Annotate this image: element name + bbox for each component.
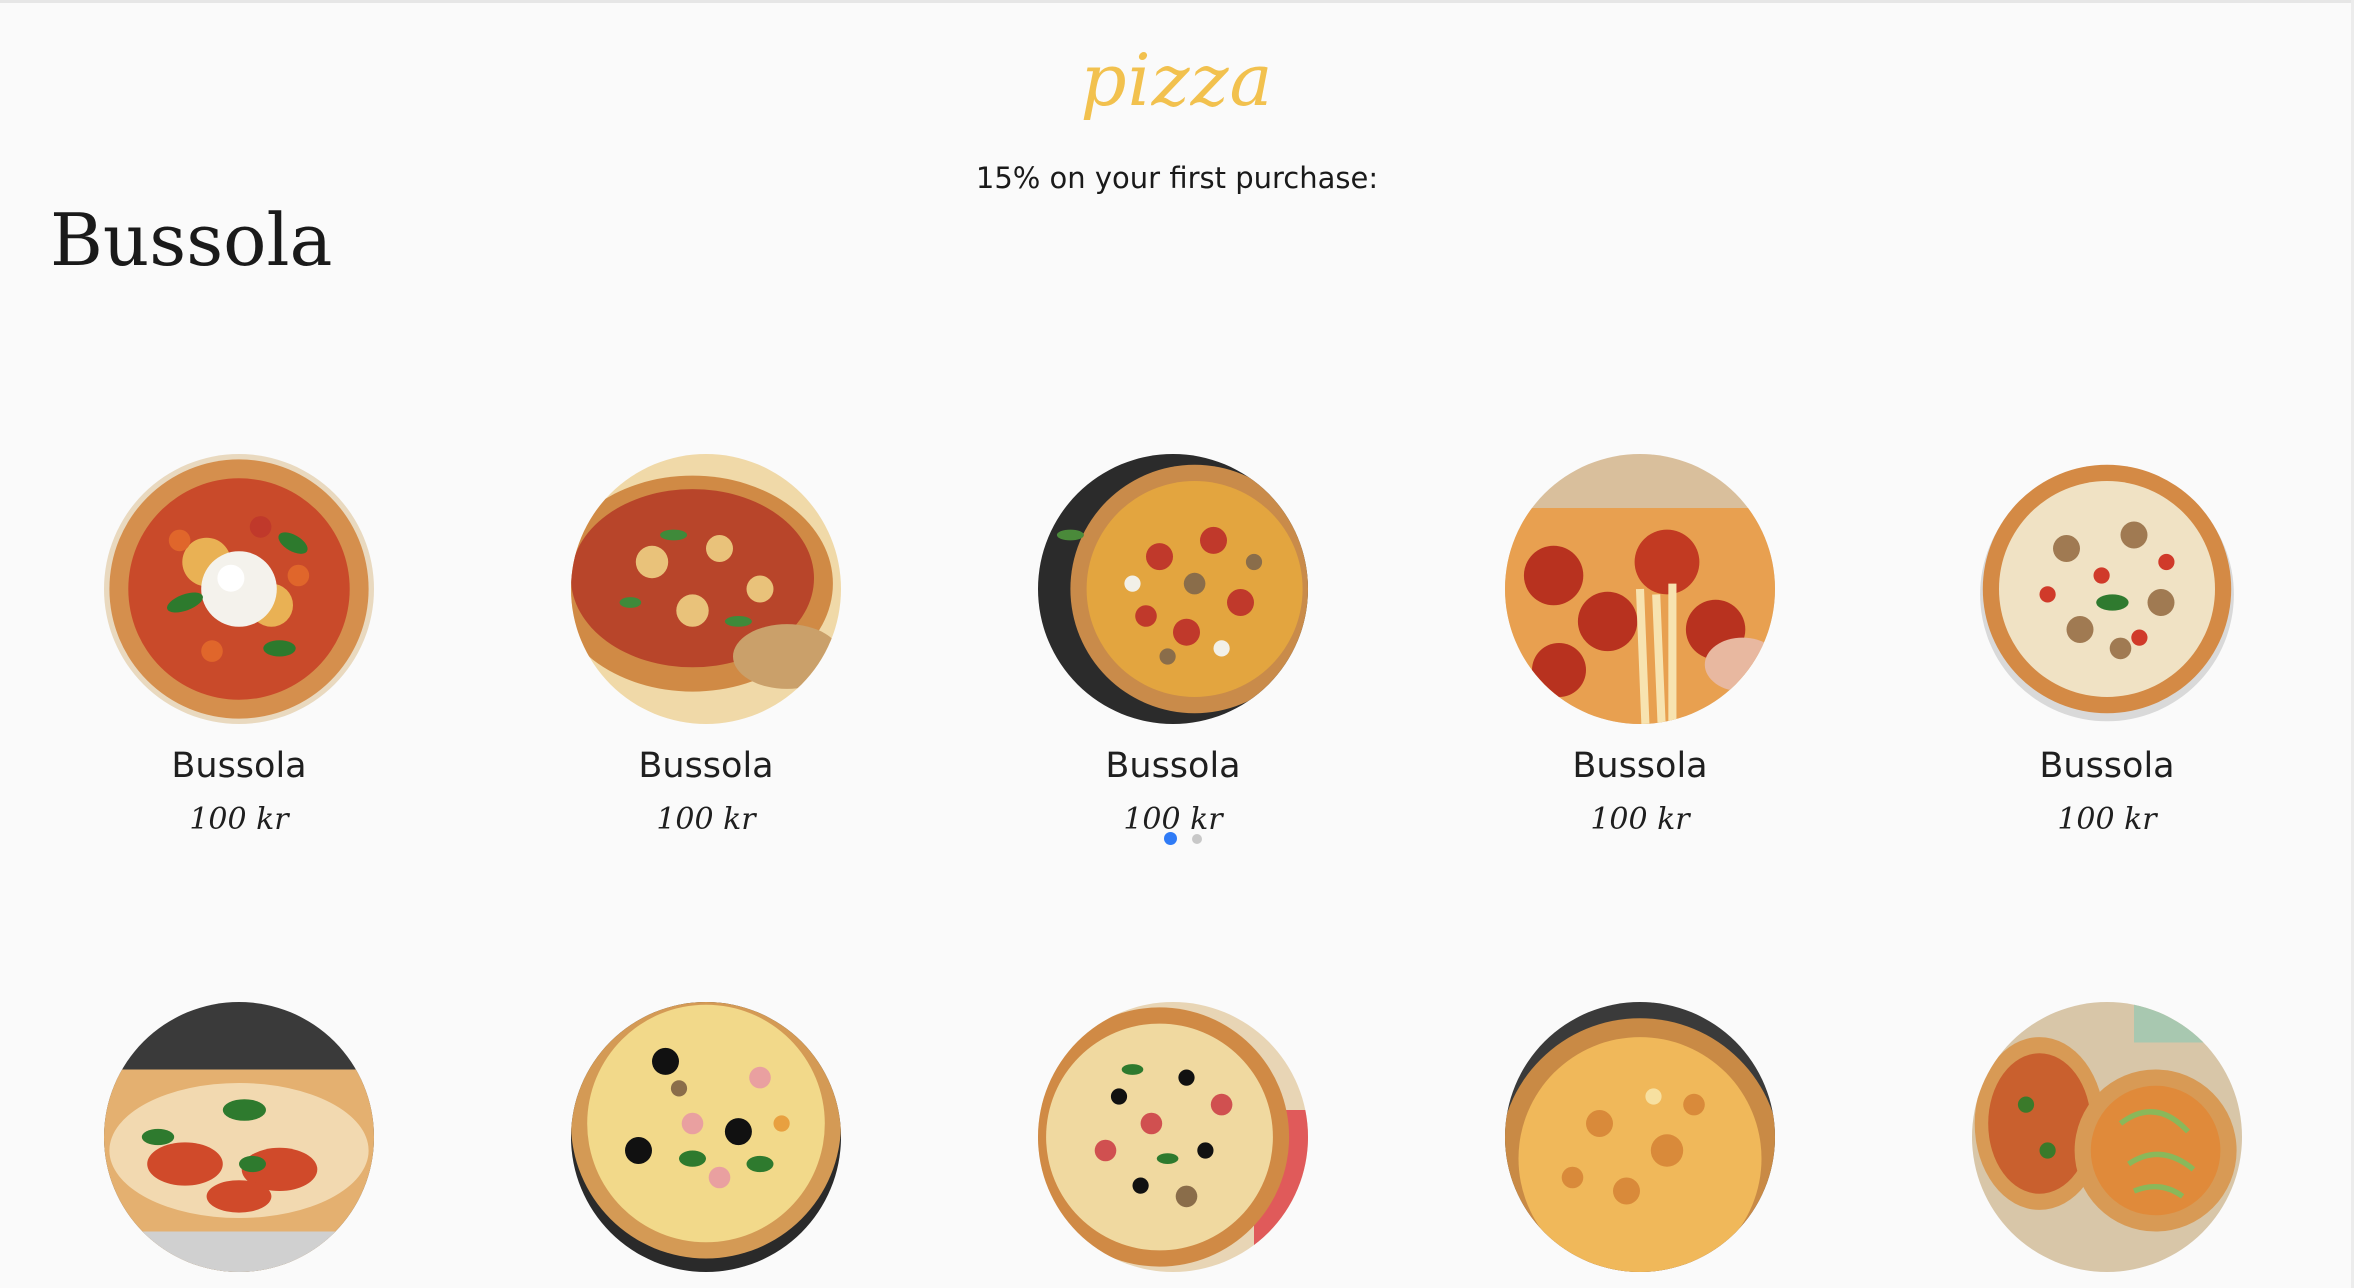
product-name[interactable]: Bussola (89, 742, 389, 790)
product-name[interactable]: Bussola (1023, 742, 1323, 790)
product-name[interactable]: Bussola (556, 742, 856, 790)
product-card[interactable]: Bussola 100 kr (1490, 454, 1790, 840)
pizza-image[interactable] (571, 454, 841, 724)
pizza-image[interactable] (1038, 454, 1308, 724)
product-price: 100 kr (189, 802, 289, 837)
product-card[interactable]: Bussola 100 kr (1957, 454, 2257, 840)
pizza-image[interactable] (1972, 454, 2242, 724)
carousel-dot-active[interactable] (1164, 832, 1177, 845)
product-card[interactable] (1957, 1002, 2257, 1288)
pizza-image[interactable] (571, 1002, 841, 1272)
product-card[interactable] (556, 1002, 856, 1288)
product-card[interactable] (1490, 1002, 1790, 1288)
page-title: Bussola (50, 198, 333, 282)
product-card[interactable] (1023, 1002, 1323, 1288)
carousel-dot[interactable] (1192, 834, 1202, 844)
product-price: 100 kr (656, 802, 756, 837)
product-price: 100 kr (2057, 802, 2157, 837)
pizza-image[interactable] (1038, 1002, 1308, 1272)
pizza-image[interactable] (104, 454, 374, 724)
product-name[interactable]: Bussola (1957, 742, 2257, 790)
promo-text: 15% on your first purchase: (975, 161, 1379, 195)
pizza-image[interactable] (1505, 1002, 1775, 1272)
product-card[interactable]: Bussola 100 kr (556, 454, 856, 840)
pizza-image[interactable] (1972, 1002, 2242, 1272)
product-price: 100 kr (1590, 802, 1690, 837)
pizza-image[interactable] (104, 1002, 374, 1272)
pizza-image[interactable] (1505, 454, 1775, 724)
product-card[interactable]: Bussola 100 kr (89, 454, 389, 840)
brand-logo[interactable]: pizza (0, 30, 2354, 130)
product-card[interactable] (89, 1002, 389, 1288)
product-name[interactable]: Bussola (1490, 742, 1790, 790)
carousel-indicator (1164, 832, 1204, 846)
window-top-border (0, 0, 2354, 3)
product-card[interactable]: Bussola 100 kr (1023, 454, 1323, 840)
